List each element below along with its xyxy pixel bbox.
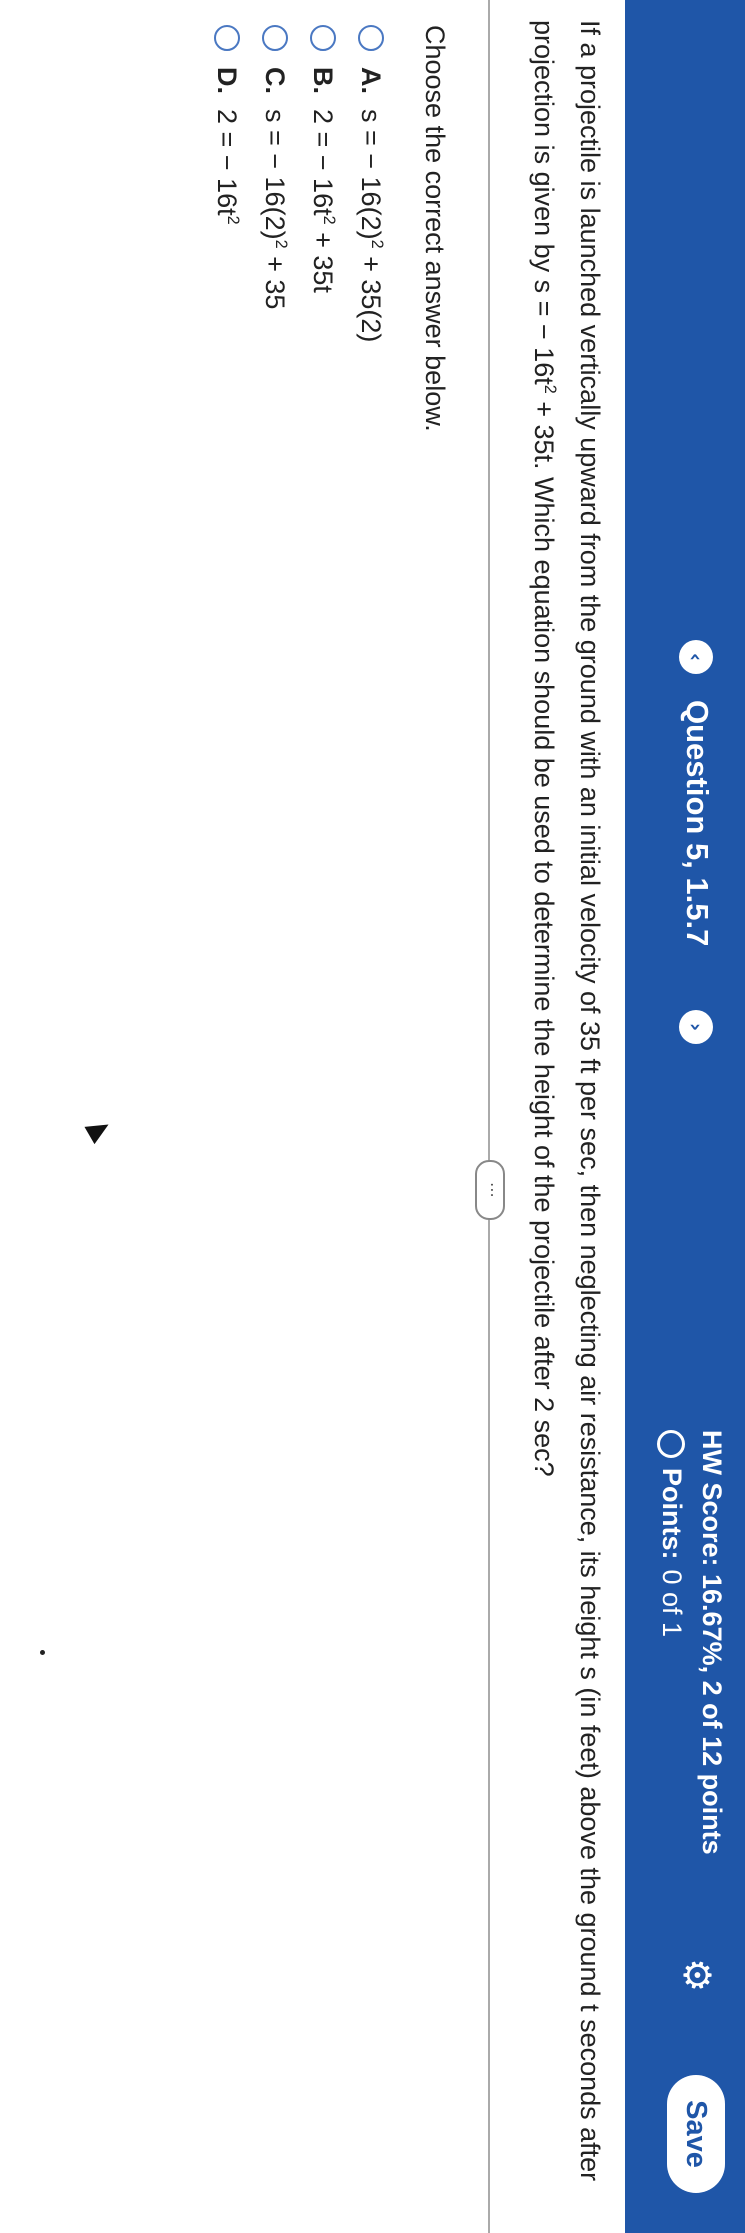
question-prompt: If a projectile is launched vertically u… — [524, 20, 610, 2200]
option-text: 2 = − 16t2 + 35t — [308, 109, 339, 293]
answer-options: A. s = − 16(2)2 + 35(2) B. 2 = − 16t2 + … — [203, 25, 395, 342]
option-a[interactable]: A. s = − 16(2)2 + 35(2) — [347, 25, 395, 342]
option-text: s = − 16(2)2 + 35(2) — [356, 109, 387, 343]
chevron-right-icon[interactable]: › — [679, 1010, 713, 1044]
option-letter: B. — [308, 67, 339, 94]
page: ‹ Question 5, 1.5.7 › HW Score: 16.67%, … — [0, 0, 745, 2233]
radio-button[interactable] — [310, 25, 336, 51]
option-text: 2 = − 16t2 — [212, 109, 243, 225]
radio-button[interactable] — [358, 25, 384, 51]
hw-score: HW Score: 16.67%, 2 of 12 points — [697, 1430, 727, 1855]
divider — [488, 0, 490, 2233]
points-status: Points: 0 of 1 — [656, 1430, 687, 1637]
points-value: 0 of 1 — [657, 1569, 687, 1638]
radio-button[interactable] — [214, 25, 240, 51]
gear-icon[interactable]: ⚙ — [675, 1955, 719, 1995]
points-circle-icon — [657, 1430, 686, 1458]
chevron-left-icon[interactable]: ‹ — [679, 640, 713, 674]
question-nav: ‹ Question 5, 1.5.7 › HW Score: 16.67%, … — [625, 0, 745, 2233]
prompt-exponent: 2 — [541, 384, 559, 394]
radio-button[interactable] — [262, 25, 288, 51]
option-letter: D. — [212, 67, 243, 94]
question-title: Question 5, 1.5.7 — [680, 700, 715, 947]
points-label: Points: — [657, 1468, 687, 1560]
option-letter: C. — [260, 67, 291, 94]
speck — [40, 1650, 45, 1655]
prompt-text-b: + 35t. Which equation should be used to … — [529, 393, 559, 1477]
question-content: If a projectile is launched vertically u… — [0, 0, 625, 2233]
option-text: s = − 16(2)2 + 35 — [260, 109, 291, 310]
option-c[interactable]: C. s = − 16(2)2 + 35 — [251, 25, 299, 342]
more-button[interactable]: ⋯ — [475, 1160, 505, 1220]
save-button[interactable]: Save — [667, 2075, 725, 2193]
option-b[interactable]: B. 2 = − 16t2 + 35t — [299, 25, 347, 342]
option-d[interactable]: D. 2 = − 16t2 — [203, 25, 251, 342]
mouse-cursor-icon — [84, 1115, 114, 1145]
option-letter: A. — [356, 67, 387, 94]
choose-instruction: Choose the correct answer below. — [420, 25, 450, 432]
